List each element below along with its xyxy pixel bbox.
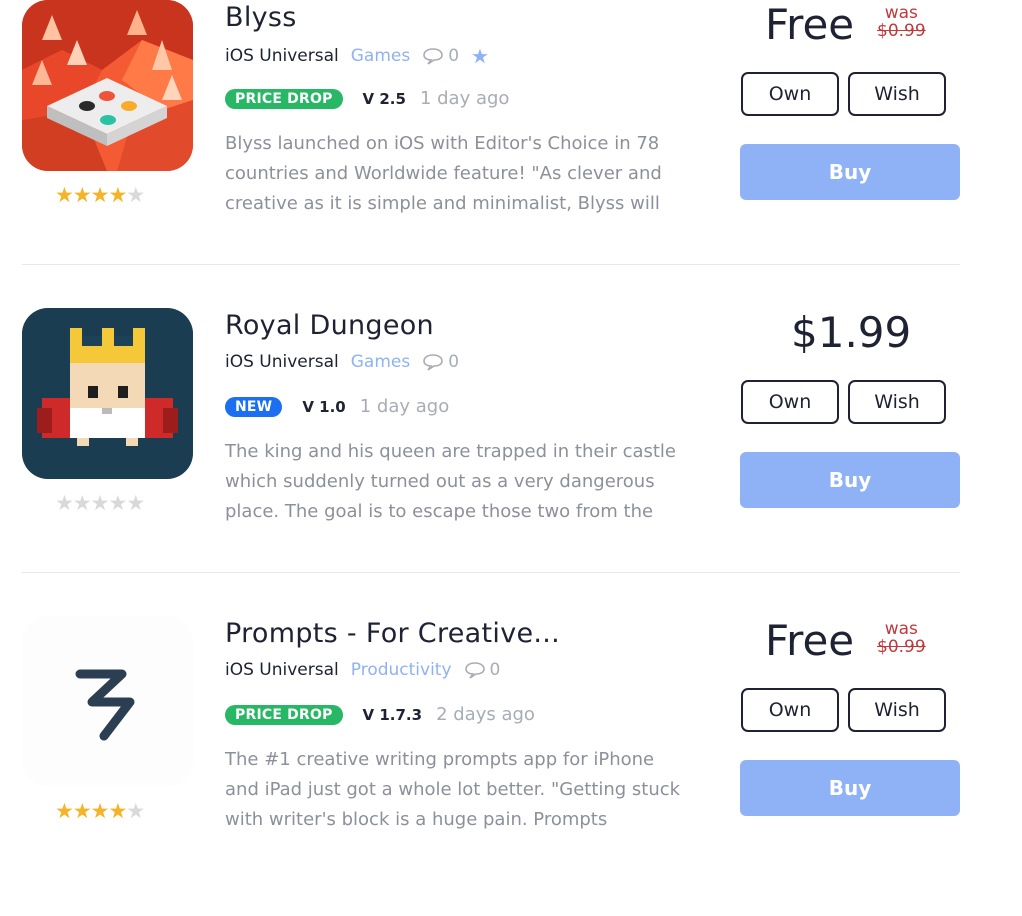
platform-label: iOS Universal [225,46,339,66]
wish-button[interactable]: Wish [848,72,946,116]
was-label: was [884,3,918,23]
divider [22,572,960,573]
price-label: Free [765,0,855,49]
blyss-app-icon[interactable] [22,0,193,171]
star-icon: ★ [126,183,145,207]
buy-button[interactable]: Buy [740,144,960,200]
app-listing: ★ ★ ★ ★ ★ Prompts - For Creative... iOS Univ… [0,616,1022,916]
comment-count: 0 [448,352,460,372]
comment-icon [464,662,485,679]
price-drop-badge: PRICE DROP [225,88,343,109]
updated-time: 1 day ago [419,88,510,109]
version-label: V 1.0 [302,397,346,416]
was-label: was [884,619,918,639]
description-line: Blyss launched on iOS with Editor's Choi… [225,133,660,154]
description-line: place. The goal is to escape those two f… [225,501,654,522]
version-label: V 2.5 [362,89,406,108]
own-button[interactable]: Own [741,380,839,424]
price-label: $1.99 [791,308,912,357]
badge-row: PRICE DROP V 2.5 1 day ago [225,88,509,109]
app-description: Blyss launched on iOS with Editor's Choi… [225,129,710,219]
description-line: The king and his queen are trapped in th… [225,441,677,462]
was-price: was $0.99 [877,620,926,656]
favorite-star-icon[interactable]: ★ [471,44,489,68]
comment-icon [423,48,444,65]
star-icon: ★ [55,183,74,207]
description-line: which suddenly turned out as a very dang… [225,471,655,492]
prompts-app-icon[interactable] [22,616,193,787]
app-description: The king and his queen are trapped in th… [225,437,710,527]
comments[interactable]: 0 [422,352,459,372]
star-icon: ★ [126,491,145,515]
badge-row: NEW V 1.0 1 day ago [225,396,449,417]
rating-stars: ★ ★ ★ ★ ★ [55,492,165,514]
comments[interactable]: 0 [422,46,459,66]
star-icon: ★ [108,491,127,515]
app-meta: iOS Universal Games 0 ★ [225,44,489,68]
star-icon: ★ [55,491,74,515]
badge-row: PRICE DROP V 1.7.3 2 days ago [225,704,535,725]
divider [22,264,960,265]
star-icon: ★ [126,799,145,823]
was-price: was $0.99 [877,4,926,40]
category-link[interactable]: Games [351,46,410,66]
original-price: $0.99 [877,637,926,657]
comment-icon [423,354,444,371]
own-button[interactable]: Own [741,72,839,116]
app-listing: ★ ★ ★ ★ ★ Blyss iOS Universal Games 0 ★ PRIC… [0,0,1022,300]
version-label: V 1.7.3 [362,705,423,724]
rating-stars: ★ ★ ★ ★ ★ [55,800,165,822]
description-line: creative as it is simple and minimalist,… [225,193,660,214]
star-icon: ★ [90,183,110,207]
royal-dungeon-app-icon[interactable] [22,308,193,479]
app-title[interactable]: Royal Dungeon [225,310,434,341]
new-badge: NEW [225,396,283,417]
app-title[interactable]: Blyss [225,2,297,33]
original-price: $0.99 [877,21,926,41]
platform-label: iOS Universal [225,352,339,372]
star-icon: ★ [90,491,110,515]
app-meta: iOS Universal Productivity 0 [225,660,500,680]
star-icon: ★ [108,799,127,823]
description-line: and iPad just got a whole lot better. "G… [225,779,681,800]
description-line: The #1 creative writing prompts app for … [225,749,655,770]
price-label: Free [765,616,855,665]
updated-time: 2 days ago [436,704,535,725]
own-button[interactable]: Own [741,688,839,732]
buy-button[interactable]: Buy [740,452,960,508]
description-line: countries and Worldwide feature! "As cle… [225,163,662,184]
price-drop-badge: PRICE DROP [225,704,343,725]
star-icon: ★ [90,799,110,823]
app-meta: iOS Universal Games 0 [225,352,459,372]
star-icon: ★ [72,799,92,823]
star-icon: ★ [72,491,92,515]
star-icon: ★ [55,799,74,823]
wish-button[interactable]: Wish [848,380,946,424]
star-icon: ★ [108,183,127,207]
app-description: The #1 creative writing prompts app for … [225,745,710,835]
wish-button[interactable]: Wish [848,688,946,732]
app-listing: ★ ★ ★ ★ ★ Royal Dungeon iOS Universal Games … [0,308,1022,608]
rating-stars: ★ ★ ★ ★ ★ [55,184,165,206]
star-icon: ★ [72,183,92,207]
app-title[interactable]: Prompts - For Creative... [225,618,560,649]
updated-time: 1 day ago [359,396,450,417]
category-link[interactable]: Games [351,352,410,372]
category-link[interactable]: Productivity [351,660,452,680]
comment-count: 0 [489,660,501,680]
comment-count: 0 [448,46,460,66]
comments[interactable]: 0 [464,660,501,680]
platform-label: iOS Universal [225,660,339,680]
description-line: with writer's block is a huge pain. Prom… [225,809,608,830]
buy-button[interactable]: Buy [740,760,960,816]
